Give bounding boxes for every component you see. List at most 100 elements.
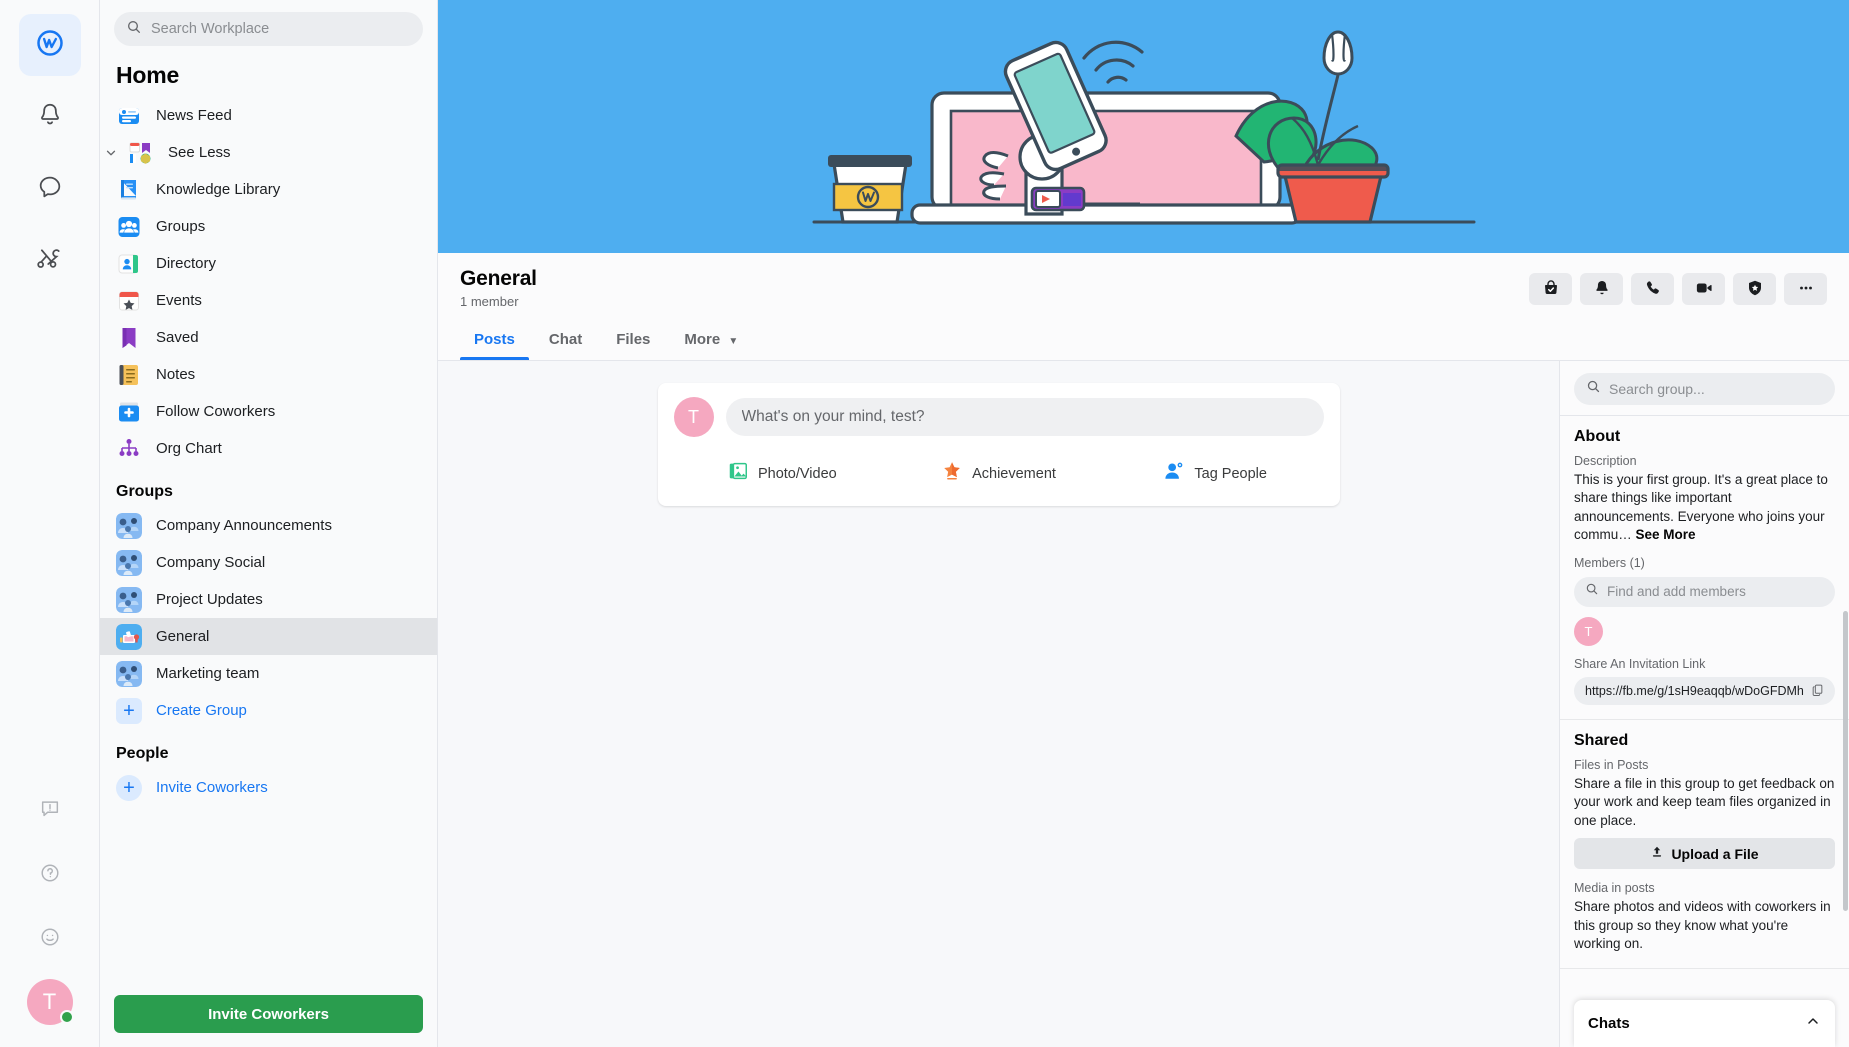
rail-item-tools[interactable]	[19, 230, 81, 292]
more-options-button[interactable]	[1784, 273, 1827, 305]
post-composer: T What's on your mind, test? Photo/Video…	[657, 383, 1340, 506]
composer-action-label: Photo/Video	[757, 465, 837, 482]
group-search-box[interactable]	[1574, 373, 1835, 405]
sidebar-group-label: Company Social	[156, 554, 266, 571]
see-more-link[interactable]: See More	[1636, 527, 1696, 542]
composer-input[interactable]	[741, 408, 1308, 426]
right-panel-scrollbar[interactable]	[1843, 611, 1848, 911]
rail-item-help[interactable]	[26, 851, 74, 899]
sidebar-group-label: Company Announcements	[156, 517, 332, 534]
tab-files[interactable]: Files	[602, 321, 664, 360]
tab-posts[interactable]: Posts	[460, 321, 529, 360]
composer-tag-people[interactable]: Tag People	[1107, 451, 1324, 496]
avatar-initial: T	[688, 406, 699, 427]
member-avatar[interactable]: T	[1574, 616, 1603, 646]
invite-coworkers-button[interactable]: Invite Coworkers	[114, 995, 423, 1033]
sidebar-item-groups[interactable]: Groups	[100, 208, 437, 245]
sidebar-item-events[interactable]: Events	[100, 282, 437, 319]
chevron-up-icon[interactable]	[1805, 1013, 1821, 1034]
sidebar-item-label: Directory	[156, 255, 217, 272]
sidebar-item-directory[interactable]: Directory	[100, 245, 437, 282]
sidebar-item-label: Groups	[156, 218, 206, 235]
chats-bar[interactable]: Chats	[1574, 1000, 1835, 1047]
ellipsis-icon	[1797, 279, 1815, 300]
sidebar-invite-coworkers[interactable]: + Invite Coworkers	[100, 769, 437, 806]
upload-icon	[1650, 845, 1664, 862]
files-in-posts-label: Files in Posts	[1574, 757, 1649, 772]
sidebar-group-label: General	[156, 628, 210, 645]
sidebar-group-project-updates[interactable]: Project Updates	[100, 581, 437, 618]
joined-button[interactable]	[1529, 273, 1572, 305]
composer-photo-video[interactable]: Photo/Video	[674, 451, 891, 496]
search-icon	[1586, 379, 1601, 399]
plus-icon: +	[116, 697, 142, 724]
sidebar-item-label: Knowledge Library	[156, 181, 281, 198]
photo-video-icon	[727, 460, 749, 487]
knowledge-library-icon	[116, 177, 142, 203]
rail-item-notifications[interactable]	[19, 86, 81, 148]
sidebar-item-notes[interactable]: Notes	[100, 356, 437, 393]
sidebar-item-see-less[interactable]: See Less	[100, 134, 437, 171]
right-panel: About Description This is your first gro…	[1559, 361, 1849, 1047]
rail-item-feedback[interactable]	[26, 787, 74, 835]
group-avatar	[116, 586, 142, 613]
group-avatar	[116, 512, 142, 539]
sidebar-item-news-feed[interactable]: News Feed	[100, 97, 437, 134]
rail-item-emoji[interactable]	[26, 915, 74, 963]
search-box[interactable]	[114, 12, 423, 46]
composer-input-wrap[interactable]	[725, 398, 1324, 436]
sidebar-item-org-chart[interactable]: Org Chart	[100, 430, 437, 467]
find-members-input[interactable]	[1607, 584, 1824, 600]
tab-label: Posts	[474, 331, 515, 348]
sidebar-scroll: Home News Feed See Less Knowledge Librar…	[100, 52, 437, 985]
about-heading: About	[1574, 428, 1621, 445]
sidebar-item-saved[interactable]: Saved	[100, 319, 437, 356]
shield-star-icon	[1746, 279, 1764, 300]
invitation-link-field[interactable]: https://fb.me/g/1sH9eaqqb/wDoGFDMh	[1574, 676, 1835, 705]
sidebar-item-label: Follow Coworkers	[156, 403, 276, 420]
cover-illustration	[783, 0, 1504, 253]
search-icon	[1585, 582, 1599, 601]
sidebar-item-knowledge-library[interactable]: Knowledge Library	[100, 171, 437, 208]
rail-item-workplace-home[interactable]	[18, 14, 81, 76]
sidebar-item-label: Notes	[156, 366, 196, 383]
see-less-icon	[128, 140, 154, 166]
find-members-box[interactable]	[1574, 576, 1835, 607]
sidebar-create-group[interactable]: + Create Group	[100, 692, 437, 729]
sidebar-group-general[interactable]: General	[100, 618, 437, 655]
composer-avatar[interactable]: T	[673, 397, 714, 437]
rail-user-avatar[interactable]: T	[26, 979, 74, 1025]
rail-item-chat[interactable]	[19, 158, 81, 220]
tab-more[interactable]: More ▼	[670, 321, 752, 360]
shared-section: Shared Files in Posts Share a file in th…	[1560, 720, 1849, 969]
chevron-down-icon: ▼	[728, 336, 739, 347]
safety-button[interactable]	[1733, 273, 1776, 305]
notifications-button[interactable]	[1580, 273, 1623, 305]
search-input[interactable]	[151, 21, 411, 37]
sidebar-item-label: Org Chart	[156, 440, 222, 457]
about-section: About Description This is your first gro…	[1560, 416, 1849, 720]
composer-achievement[interactable]: Achievement	[890, 451, 1107, 496]
sidebar-group-company-social[interactable]: Company Social	[100, 544, 437, 581]
tab-chat[interactable]: Chat	[535, 321, 596, 360]
sidebar-item-follow-coworkers[interactable]: Follow Coworkers	[100, 393, 437, 430]
sidebar: Home News Feed	[100, 0, 438, 1047]
sidebar-group-company-announcements[interactable]: Company Announcements	[100, 507, 437, 544]
members-label: Members (1)	[1574, 555, 1645, 570]
copy-icon[interactable]	[1811, 683, 1824, 699]
phone-icon	[1644, 279, 1662, 300]
sidebar-group-label: Marketing team	[156, 665, 260, 682]
avatar-initial: T	[42, 989, 57, 1014]
call-button[interactable]	[1631, 273, 1674, 305]
upload-file-button[interactable]: Upload a File	[1574, 838, 1835, 870]
follow-coworkers-icon	[116, 399, 142, 425]
sidebar-group-marketing-team[interactable]: Marketing team	[100, 655, 437, 692]
feed-column: T What's on your mind, test? Photo/Video…	[438, 361, 1559, 1047]
plus-icon: +	[116, 774, 142, 801]
group-search-input[interactable]	[1609, 381, 1823, 397]
main-column: General 1 member Posts Chat Files More ▼…	[438, 0, 1849, 1047]
sidebar-search-wrap	[100, 0, 437, 52]
video-call-button[interactable]	[1682, 273, 1725, 305]
left-rail: T	[0, 0, 100, 1047]
saved-bookmark-icon	[116, 325, 142, 351]
